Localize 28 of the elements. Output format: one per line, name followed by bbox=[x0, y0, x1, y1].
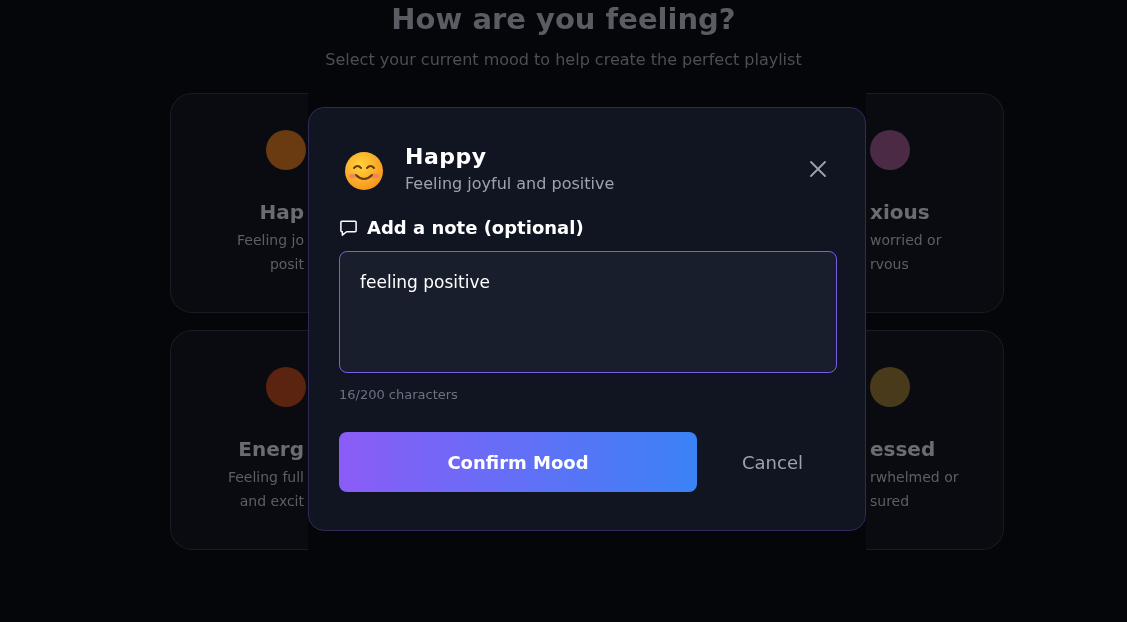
mood-description: posit bbox=[269, 256, 304, 272]
note-field[interactable]: feeling positive bbox=[339, 251, 837, 373]
note-label: Add a note (optional) bbox=[367, 217, 584, 238]
dialog-title: Happy bbox=[405, 144, 488, 169]
mood-title: Energ bbox=[238, 437, 304, 461]
mood-description: sured bbox=[870, 493, 910, 509]
page-subtitle: Select your current mood to help create the perfect playlist bbox=[325, 50, 802, 69]
mood-description: Feeling jo bbox=[237, 232, 304, 248]
mood-card[interactable]: Energ Feeling full and excit bbox=[170, 330, 308, 550]
character-counter: 16/200 characters bbox=[339, 387, 459, 402]
dialog-subtitle: Feeling joyful and positive bbox=[405, 174, 616, 193]
confirm-button[interactable]: Confirm Mood bbox=[339, 432, 697, 492]
cancel-button[interactable]: Cancel bbox=[730, 441, 815, 483]
message-icon bbox=[339, 218, 358, 237]
mood-title: essed bbox=[870, 437, 936, 461]
mood-card[interactable]: xious worried or rvous bbox=[866, 93, 1004, 313]
close-icon[interactable] bbox=[810, 160, 826, 177]
smiling-face-icon bbox=[344, 150, 384, 191]
mood-description: worried or bbox=[870, 232, 942, 248]
page-title: How are you feeling? bbox=[391, 2, 736, 36]
mood-description: and excit bbox=[239, 493, 304, 509]
mood-card[interactable]: Hap Feeling jo posit bbox=[170, 93, 308, 313]
mood-description: rwhelmed or bbox=[870, 469, 959, 485]
mood-description: Feeling full bbox=[227, 469, 304, 485]
mood-description: rvous bbox=[870, 256, 909, 272]
mood-title: xious bbox=[870, 200, 930, 224]
mood-title: Hap bbox=[259, 200, 304, 224]
mood-card[interactable]: essed rwhelmed or sured bbox=[866, 330, 1004, 550]
